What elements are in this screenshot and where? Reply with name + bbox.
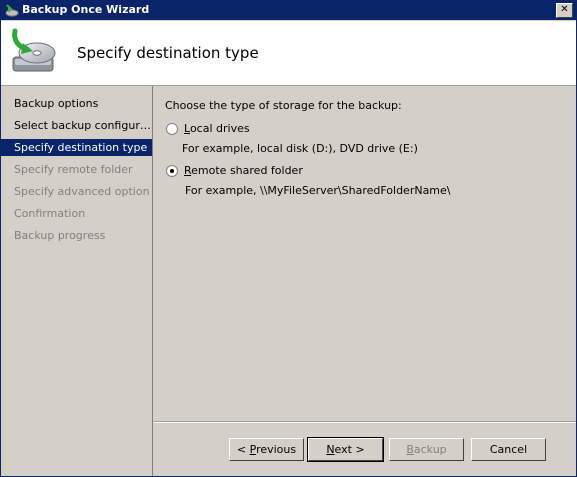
backup-button[interactable]: Backup — [389, 438, 464, 461]
step-specify-remote-folder: Specify remote folder — [14, 163, 133, 176]
window-title: Backup Once Wizard — [22, 3, 150, 16]
remote-shared-folder-radio[interactable] — [166, 165, 178, 177]
local-drives-example: For example, local disk (D:), DVD drive … — [182, 142, 418, 155]
previous-button[interactable]: < Previous — [229, 438, 304, 461]
storage-type-prompt: Choose the type of storage for the backu… — [165, 99, 402, 112]
step-select-backup-configuration[interactable]: Select backup configur… — [1, 117, 152, 134]
title-bar[interactable]: Backup Once Wizard ✕ — [1, 1, 576, 20]
remote-shared-folder-example: For example, \\MyFileServer\SharedFolder… — [185, 184, 451, 197]
local-drives-radio[interactable] — [166, 123, 178, 135]
step-specify-destination-type[interactable]: Specify destination type — [1, 139, 152, 156]
step-backup-progress: Backup progress — [14, 229, 106, 242]
step-confirmation: Confirmation — [14, 207, 86, 220]
radio-selected-dot — [170, 169, 174, 173]
close-button[interactable]: ✕ — [556, 3, 573, 18]
remote-shared-folder-label[interactable]: Remote shared folder — [184, 164, 303, 177]
wizard-app-icon — [5, 4, 19, 17]
wizard-window: Backup Once Wizard ✕ Specify destination… — [0, 0, 577, 477]
wizard-header: Specify destination type — [1, 21, 576, 86]
cancel-button[interactable]: Cancel — [471, 438, 546, 461]
next-button[interactable]: Next > — [307, 437, 384, 462]
button-area-divider — [154, 421, 576, 423]
wizard-steps-sidebar: Backup options Select backup configur… S… — [1, 86, 153, 476]
local-drives-label[interactable]: Local drives — [184, 122, 250, 135]
backup-disk-icon — [12, 28, 56, 72]
page-title: Specify destination type — [77, 44, 259, 62]
wizard-content: Choose the type of storage for the backu… — [154, 86, 576, 421]
step-backup-options[interactable]: Backup options — [1, 95, 152, 112]
step-specify-advanced-option: Specify advanced option — [14, 185, 150, 198]
